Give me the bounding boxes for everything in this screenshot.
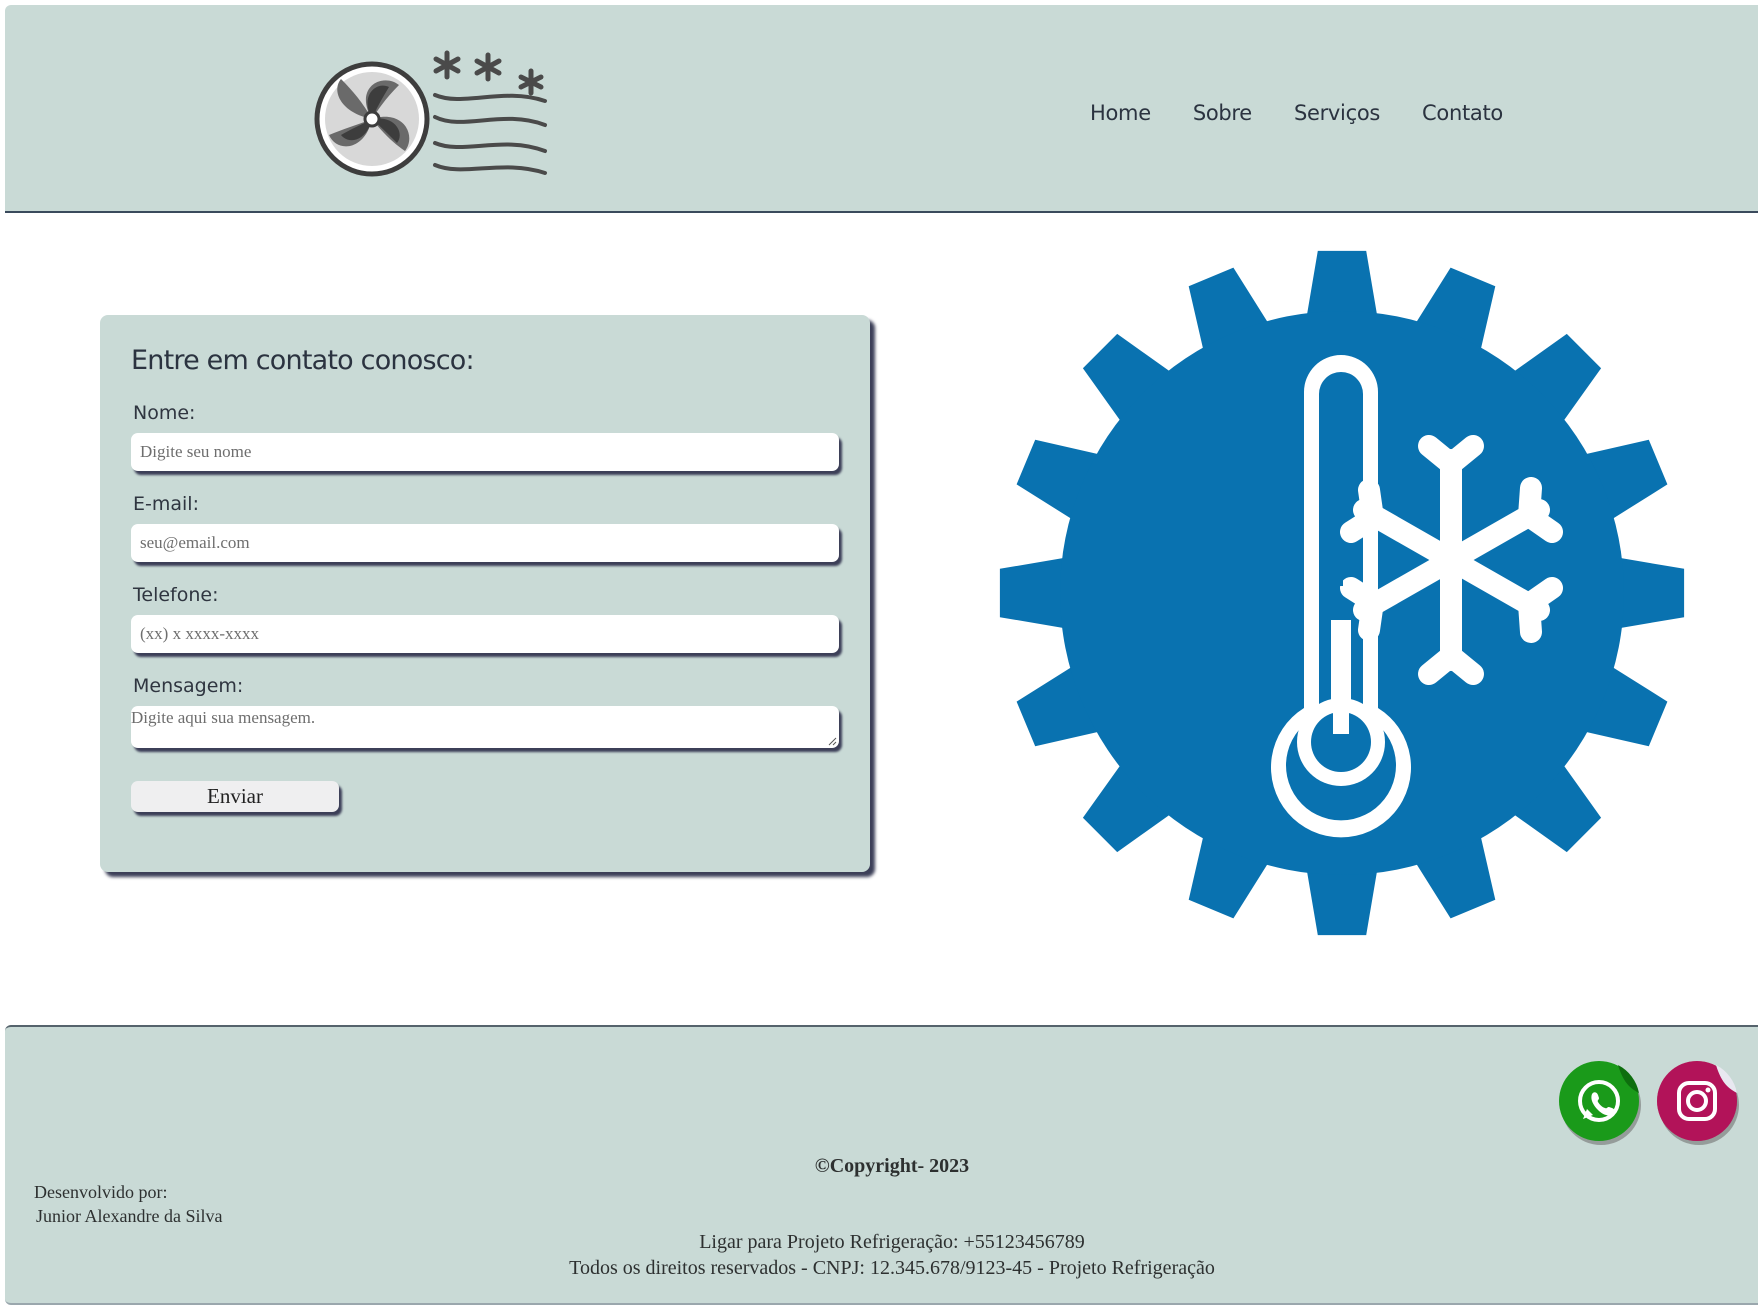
nav-home-link[interactable]: Home [1090, 101, 1151, 125]
email-label: E-mail: [133, 493, 199, 515]
site-header: Home Sobre Serviços Contato [5, 5, 1758, 213]
name-label: Nome: [133, 402, 196, 424]
nav-contato-link[interactable]: Contato [1422, 101, 1503, 125]
main-nav: Home Sobre Serviços Contato [1090, 101, 1503, 125]
developed-by-label: Desenvolvido por: [34, 1182, 168, 1202]
name-input[interactable] [131, 433, 839, 471]
phone-line: Ligar para Projeto Refrigeração: +551234… [699, 1231, 1085, 1253]
contact-form: Entre em contato conosco: Nome: E-mail: … [100, 315, 870, 872]
fan-snowflake-logo-icon[interactable] [313, 47, 553, 181]
rights-line: Todos os direitos reservados - CNPJ: 12.… [569, 1257, 1215, 1279]
email-input[interactable] [131, 524, 839, 562]
submit-button[interactable]: Enviar [131, 781, 339, 812]
message-label: Mensagem: [133, 675, 244, 697]
developer-credit: Desenvolvido por: Junior Alexandre da Si… [34, 1180, 222, 1228]
whatsapp-icon[interactable] [1558, 1059, 1644, 1145]
phone-label: Telefone: [133, 584, 219, 606]
nav-servicos-link[interactable]: Serviços [1294, 101, 1380, 125]
gear-thermometer-snowflake-icon [999, 250, 1685, 936]
resize-handle-icon[interactable] [828, 737, 837, 746]
phone-input[interactable] [131, 615, 839, 653]
copyright-text: ©Copyright- 2023 [814, 1155, 970, 1177]
form-title: Entre em contato conosco: [131, 345, 475, 376]
instagram-icon[interactable] [1656, 1059, 1742, 1145]
message-textarea[interactable] [131, 706, 839, 748]
contact-info: Ligar para Projeto Refrigeração: +551234… [5, 1229, 1758, 1281]
site-footer: Desenvolvido por: Junior Alexandre da Si… [5, 1025, 1758, 1305]
developer-name: Junior Alexandre da Silva [36, 1206, 223, 1226]
nav-sobre-link[interactable]: Sobre [1193, 101, 1252, 125]
